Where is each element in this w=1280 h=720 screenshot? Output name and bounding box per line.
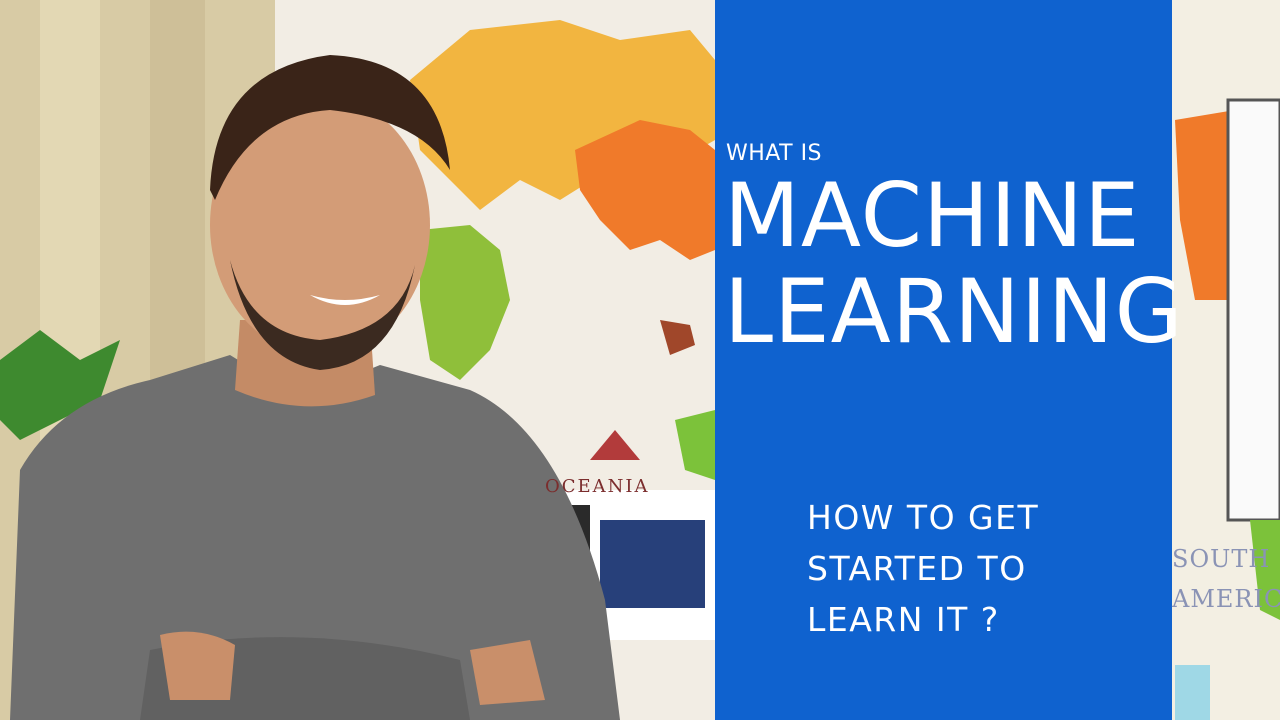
map-label-oceania: OCEANIA [545,476,650,497]
subtitle-line: LEARN IT ? [807,600,1000,639]
title-line: LEARNING [724,260,1184,363]
subtitle: HOW TO GET STARTED TO LEARN IT ? [807,492,1039,645]
map-label-south: SOUTH [1172,545,1271,573]
main-title: MACHINE LEARNING [724,168,1184,360]
title-line: MACHINE [724,164,1141,267]
kicker-text: WHAT IS [726,141,823,166]
subtitle-line: STARTED TO [807,549,1027,588]
video-thumbnail: WHAT IS MACHINE LEARNING HOW TO GET STAR… [0,0,1280,720]
subtitle-line: HOW TO GET [807,498,1040,537]
map-label-america: AMERICA [1172,585,1280,613]
title-panel: WHAT IS MACHINE LEARNING HOW TO GET STAR… [715,0,1183,720]
